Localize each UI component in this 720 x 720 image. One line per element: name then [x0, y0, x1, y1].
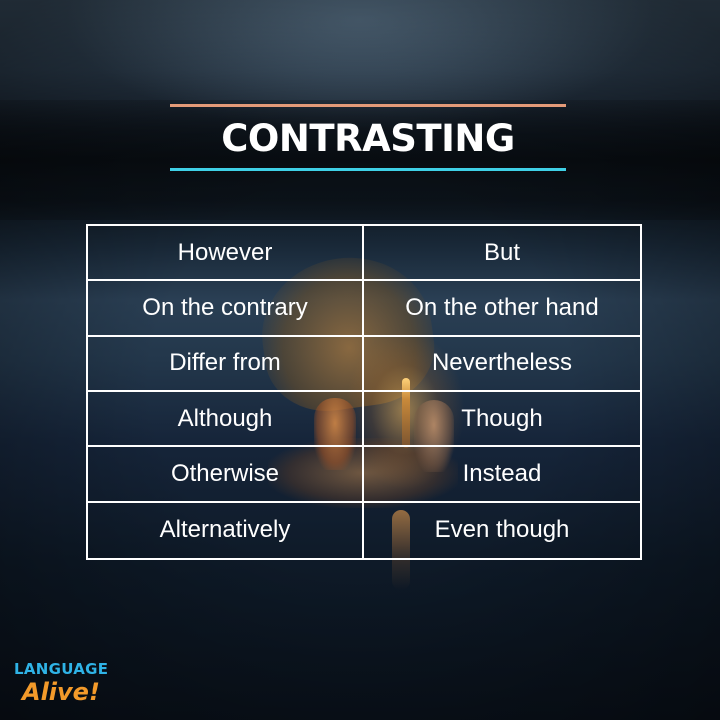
- table-cell-right: Instead: [364, 447, 640, 503]
- logo-line1: LANGUAGE: [14, 660, 109, 678]
- title-rule-top: [170, 104, 566, 107]
- logo-line2: Alive!: [22, 678, 100, 706]
- table-cell-left: Although: [88, 391, 364, 448]
- table-cell-right: Even though: [434, 516, 570, 544]
- word-table: However But On the contrary On the other ha…: [86, 224, 642, 560]
- table-cell-right: Nevertheless: [364, 337, 640, 392]
- page-title: CONTRASTING: [221, 117, 515, 160]
- title-rule-bottom: [170, 168, 566, 171]
- table-cell-right: On the other hand: [364, 281, 640, 337]
- slide: CONTRASTING However But On the contrary On …: [0, 0, 720, 720]
- table-cell-left: On the contrary: [88, 281, 364, 337]
- table-cell-left: Otherwise: [88, 447, 364, 503]
- table-cell-right: Though: [364, 392, 640, 448]
- table-cell-left: Alternatively: [88, 502, 364, 558]
- table-cell-left: Differ from: [88, 336, 364, 392]
- table-cell-right: But: [364, 226, 640, 282]
- language-alive-logo: LANGUAGE Alive!: [14, 660, 134, 712]
- table-cell-left: However: [88, 226, 364, 282]
